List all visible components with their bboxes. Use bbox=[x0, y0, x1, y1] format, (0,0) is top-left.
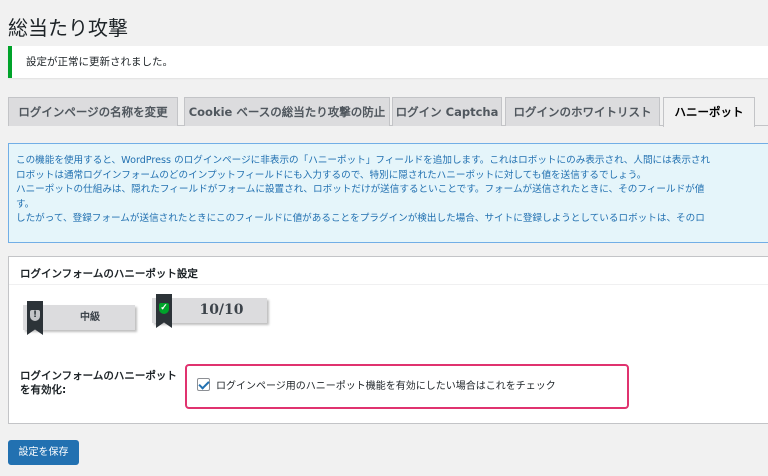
tab-honeypot[interactable]: ハニーポット bbox=[663, 97, 755, 127]
level-label: 中級 bbox=[80, 312, 100, 323]
page-title: 総当たり攻撃 bbox=[8, 16, 128, 40]
shield-ribbon-icon: ✓ bbox=[156, 294, 172, 328]
info-line: す。 bbox=[16, 198, 35, 210]
check-shield-icon: ✓ bbox=[159, 303, 169, 314]
info-line: したがって、登録フォームが送信されたときにこのフィールドに値があることをプラグイ… bbox=[16, 213, 705, 224]
success-notice: 設定が正常に更新されました。 bbox=[8, 46, 768, 78]
tab-cookie-brute-force[interactable]: Cookie ベースの総当たり攻撃の防止 bbox=[184, 97, 390, 126]
security-points-badge: ✓ 10/10 bbox=[152, 294, 267, 328]
info-line: この機能を使用すると、WordPress のログインページに非表示の「ハニーポッ… bbox=[16, 155, 711, 166]
honeypot-settings-panel: ログインフォームのハニーポット設定 ! 中級 ✓ 10/10 ログインフォームの… bbox=[8, 256, 768, 424]
enable-honeypot-checkbox[interactable] bbox=[197, 377, 210, 391]
tab-rename-login-page[interactable]: ログインページの名称を変更 bbox=[8, 97, 178, 126]
save-settings-button[interactable]: 設定を保存 bbox=[8, 440, 79, 465]
honeypot-checkbox-row: ログインページ用のハニーポット機能を有効にしたい場合はこれをチェック bbox=[197, 377, 556, 392]
panel-divider bbox=[9, 284, 768, 285]
panel-title: ログインフォームのハニーポット設定 bbox=[20, 268, 198, 280]
score-label: 10/10 bbox=[199, 302, 244, 318]
shield-ribbon-icon: ! bbox=[27, 301, 43, 335]
tab-bar: ログインページの名称を変更 Cookie ベースの総当たり攻撃の防止 ログイン … bbox=[8, 97, 768, 127]
info-line: ハニーポットの仕組みは、隠れたフィールドがフォームに設置され、ロボットだけが送信… bbox=[16, 184, 705, 195]
security-level-badge: ! 中級 bbox=[23, 301, 135, 335]
info-box: この機能を使用すると、WordPress のログインページに非表示の「ハニーポッ… bbox=[8, 143, 768, 243]
tab-login-captcha[interactable]: ログイン Captcha bbox=[392, 97, 502, 126]
info-line: ロボットは通常ログインフォームのどのインプットフィールドにも入力するので、特別に… bbox=[16, 169, 647, 181]
honeypot-setting-label: ログインフォームのハニーポットを有効化: bbox=[20, 370, 177, 396]
checkbox-description: ログインページ用のハニーポット機能を有効にしたい場合はこれをチェック bbox=[216, 380, 556, 392]
tab-login-whitelist[interactable]: ログインのホワイトリスト bbox=[505, 97, 660, 126]
warning-icon: ! bbox=[30, 310, 40, 321]
